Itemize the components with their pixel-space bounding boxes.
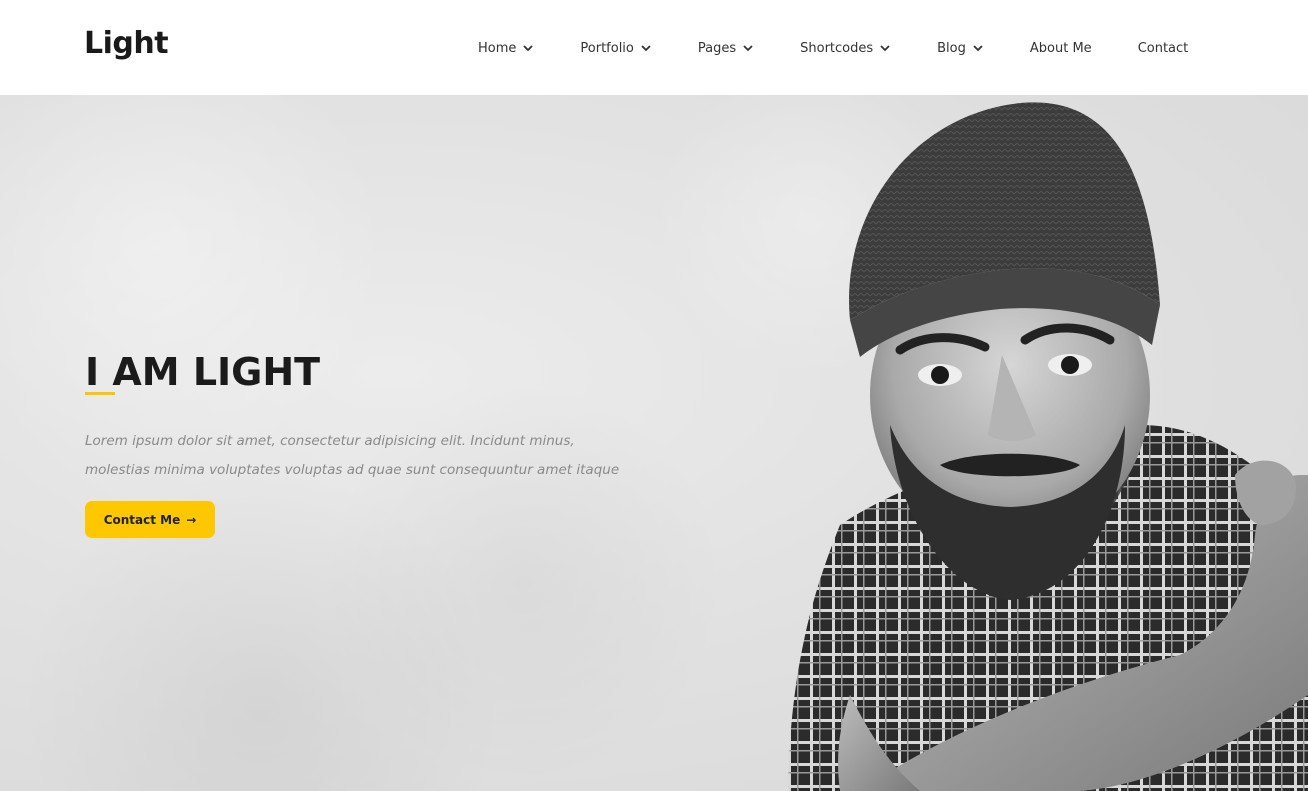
main-nav: Home Portfolio Pages Shortcodes Blog Abo… bbox=[478, 38, 1188, 58]
hero-title: I AM LIGHT bbox=[85, 350, 321, 394]
nav-item-blog[interactable]: Blog bbox=[937, 41, 984, 56]
nav-item-label: Shortcodes bbox=[800, 40, 874, 56]
contact-me-label: Contact Me bbox=[103, 512, 181, 527]
chevron-down-icon bbox=[742, 42, 754, 54]
hero-description-line: molestias minima voluptates voluptas ad … bbox=[85, 462, 620, 478]
nav-item-label: Pages bbox=[697, 40, 737, 56]
nav-item-home[interactable]: Home bbox=[478, 41, 534, 56]
chevron-down-icon bbox=[972, 42, 984, 54]
nav-item-portfolio[interactable]: Portfolio bbox=[580, 41, 651, 56]
contact-me-button[interactable]: Contact Me → bbox=[85, 501, 215, 538]
nav-item-contact[interactable]: Contact bbox=[1138, 41, 1189, 56]
nav-item-about-me[interactable]: About Me bbox=[1030, 41, 1092, 56]
chevron-down-icon bbox=[522, 42, 534, 54]
nav-item-label: Contact bbox=[1137, 40, 1189, 56]
chevron-down-icon bbox=[640, 42, 652, 54]
hero-description: Lorem ipsum dolor sit amet, consectetur … bbox=[85, 427, 645, 485]
title-underline-accent bbox=[85, 392, 115, 395]
nav-item-label: Portfolio bbox=[580, 40, 634, 56]
hero-description-line: Lorem ipsum dolor sit amet, consectetur … bbox=[85, 433, 575, 449]
nav-item-shortcodes[interactable]: Shortcodes bbox=[800, 41, 891, 56]
nav-item-label: Blog bbox=[937, 40, 966, 56]
hero-section: I AM LIGHT Lorem ipsum dolor sit amet, c… bbox=[0, 95, 1308, 791]
nav-item-pages[interactable]: Pages bbox=[698, 41, 754, 56]
hero-portrait-image bbox=[788, 102, 1308, 791]
nav-item-label: About Me bbox=[1029, 40, 1092, 56]
chevron-down-icon bbox=[879, 42, 891, 54]
site-logo[interactable]: Light bbox=[84, 26, 169, 61]
site-header: Light Home Portfolio Pages Shortcodes Bl… bbox=[0, 0, 1308, 95]
nav-item-label: Home bbox=[478, 40, 517, 56]
arrow-right-icon: → bbox=[186, 512, 197, 527]
